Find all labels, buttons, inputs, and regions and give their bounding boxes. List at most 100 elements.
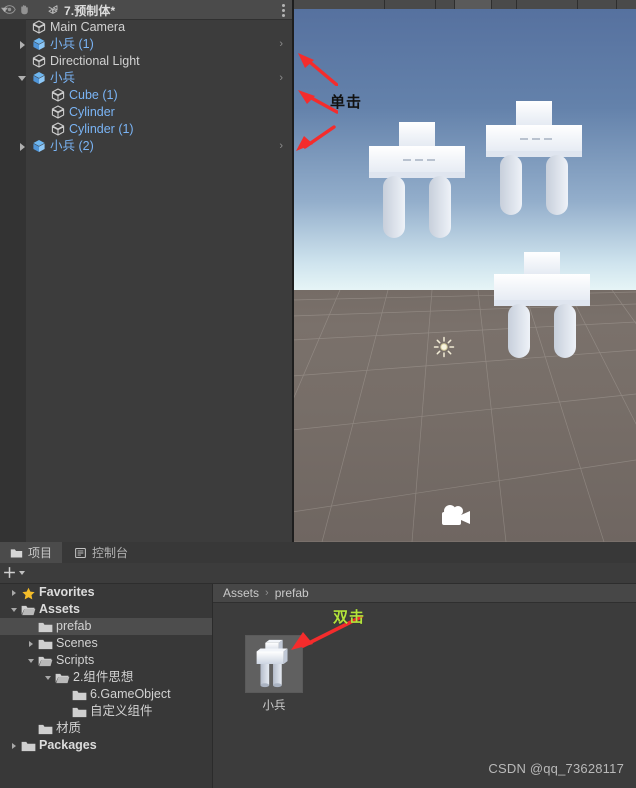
twisty-collapsed-icon[interactable] (25, 635, 36, 652)
asset-thumbnail[interactable] (245, 635, 303, 693)
unity-editor-window: 7.预制体* Main Camera 小兵 (1) › Directional Lig… (0, 0, 636, 788)
hierarchy-title: 7.预制体* (64, 4, 116, 18)
open-prefab-chevron-icon[interactable]: › (279, 70, 283, 87)
hierarchy-item-label: Main Camera (50, 20, 126, 34)
scene-view[interactable] (292, 0, 636, 542)
breadcrumb-separator: › (265, 587, 269, 599)
hierarchy-header: 7.预制体* (0, 0, 292, 20)
project-tree-item-label: 6.GameObject (90, 687, 171, 701)
hierarchy-item-label: 小兵 (50, 71, 76, 85)
project-tree-item[interactable]: prefab (0, 618, 212, 635)
folder-icon (72, 689, 87, 701)
chevron-down-icon[interactable] (19, 571, 25, 575)
project-tree-item-label: prefab (56, 619, 92, 633)
twisty-expanded-icon[interactable] (8, 601, 19, 618)
project-tree-item[interactable]: 2.组件思想 (0, 669, 212, 686)
hierarchy-item[interactable]: 小兵 › (0, 70, 292, 87)
project-tree-item[interactable]: Packages (0, 737, 212, 754)
prefab-cube-icon (32, 37, 46, 51)
unity-scene-icon (48, 5, 58, 14)
project-tab-bar: 项目 控制台 (0, 542, 636, 564)
project-tree-item-label: 自定义组件 (90, 704, 153, 718)
project-tree-item-label: 2.组件思想 (73, 670, 134, 684)
scene-character-2 (482, 101, 588, 219)
breadcrumb-current[interactable]: prefab (275, 586, 309, 600)
asset-browser[interactable]: Assets › prefab 小兵 CSDN @qq_73628117 (213, 584, 636, 788)
scene-character-3 (490, 252, 596, 360)
folder-open-icon (55, 672, 70, 684)
tab-console[interactable]: 控制台 (64, 542, 139, 563)
folder-icon (72, 706, 87, 718)
kebab-menu-icon[interactable] (282, 4, 285, 17)
project-tree-item[interactable]: Scenes (0, 635, 212, 652)
twisty-expanded-icon[interactable] (25, 652, 36, 669)
project-tree-item[interactable]: 材质 (0, 720, 212, 737)
asset-name-label: 小兵 (262, 700, 286, 712)
camera-gizmo[interactable] (440, 503, 476, 529)
hierarchy-item-label: Cube (1) (69, 88, 118, 102)
folder-icon (21, 740, 36, 752)
breadcrumb-root[interactable]: Assets (223, 586, 259, 600)
directional-light-gizmo[interactable] (433, 336, 455, 358)
hierarchy-item[interactable]: 小兵 (2) › (0, 138, 292, 155)
hierarchy-item[interactable]: 小兵 (1) › (0, 36, 292, 53)
hand-icon[interactable] (18, 3, 31, 16)
project-tree-item[interactable]: Favorites (0, 584, 212, 601)
hierarchy-item[interactable]: Main Camera (0, 19, 292, 36)
prefab-cube-icon (32, 71, 46, 85)
hierarchy-item[interactable]: Cylinder (0, 104, 292, 121)
breadcrumb: Assets › prefab (213, 584, 636, 603)
asset-item[interactable]: 小兵 (223, 613, 325, 713)
star-icon (21, 587, 35, 600)
scene-toolbar[interactable] (292, 0, 636, 9)
gameobject-cube-icon (51, 105, 65, 119)
project-tree-item-label: Favorites (39, 585, 95, 599)
hierarchy-item-label: 小兵 (1) (50, 37, 94, 51)
scene-character-1 (365, 122, 471, 242)
project-tree-item-label: Scripts (56, 653, 95, 667)
hierarchy-item-label: Cylinder (1) (69, 122, 134, 136)
console-icon (75, 547, 86, 558)
plus-icon[interactable] (3, 566, 16, 579)
hierarchy-item-label: Directional Light (50, 54, 140, 68)
hierarchy-item[interactable]: Cube (1) (0, 87, 292, 104)
hierarchy-item[interactable]: Cylinder (1) (0, 121, 292, 138)
gameobject-cube-icon (32, 20, 46, 34)
folder-open-icon (21, 604, 36, 616)
twisty-collapsed-icon[interactable] (16, 138, 28, 155)
twisty-expanded-icon[interactable] (42, 669, 53, 686)
folder-icon (10, 548, 23, 557)
annotation-doubleclick-label: 双击 (333, 609, 366, 626)
chevron-down-icon[interactable] (0, 0, 9, 13)
project-tree-item-label: 材质 (56, 721, 82, 735)
folder-icon (38, 723, 53, 735)
gameobject-cube-icon (51, 88, 65, 102)
annotation-click-label: 单击 (330, 94, 363, 111)
open-prefab-chevron-icon[interactable]: › (279, 138, 283, 155)
hierarchy-item-label: Cylinder (69, 105, 115, 119)
project-tree-item[interactable]: 自定义组件 (0, 703, 212, 720)
tab-project[interactable]: 项目 (0, 542, 63, 563)
tab-project-label: 项目 (28, 546, 53, 560)
project-toolbar (0, 563, 636, 584)
hierarchy-tree[interactable]: Main Camera 小兵 (1) › Directional Light 小兵 › Cu… (0, 19, 292, 542)
prefab-cube-icon (32, 139, 46, 153)
project-panel: 项目 控制台 Favorites Assets prefab Scenes Script… (0, 542, 636, 788)
scene-left-border (292, 0, 294, 542)
twisty-expanded-icon[interactable] (16, 70, 28, 87)
prefab-thumbnail (256, 639, 288, 688)
project-tree-item-label: Packages (39, 738, 97, 752)
project-tree-item[interactable]: 6.GameObject (0, 686, 212, 703)
open-prefab-chevron-icon[interactable]: › (279, 36, 283, 53)
twisty-collapsed-icon[interactable] (8, 584, 19, 601)
gameobject-cube-icon (51, 122, 65, 136)
gameobject-cube-icon (32, 54, 46, 68)
twisty-collapsed-icon[interactable] (8, 737, 19, 754)
tab-console-label: 控制台 (92, 546, 129, 560)
project-tree-item[interactable]: Scripts (0, 652, 212, 669)
project-folder-tree[interactable]: Favorites Assets prefab Scenes Scripts 2.组件思想… (0, 584, 212, 788)
folder-open-icon (38, 655, 53, 667)
project-tree-item[interactable]: Assets (0, 601, 212, 618)
twisty-collapsed-icon[interactable] (16, 36, 28, 53)
hierarchy-item[interactable]: Directional Light (0, 53, 292, 70)
